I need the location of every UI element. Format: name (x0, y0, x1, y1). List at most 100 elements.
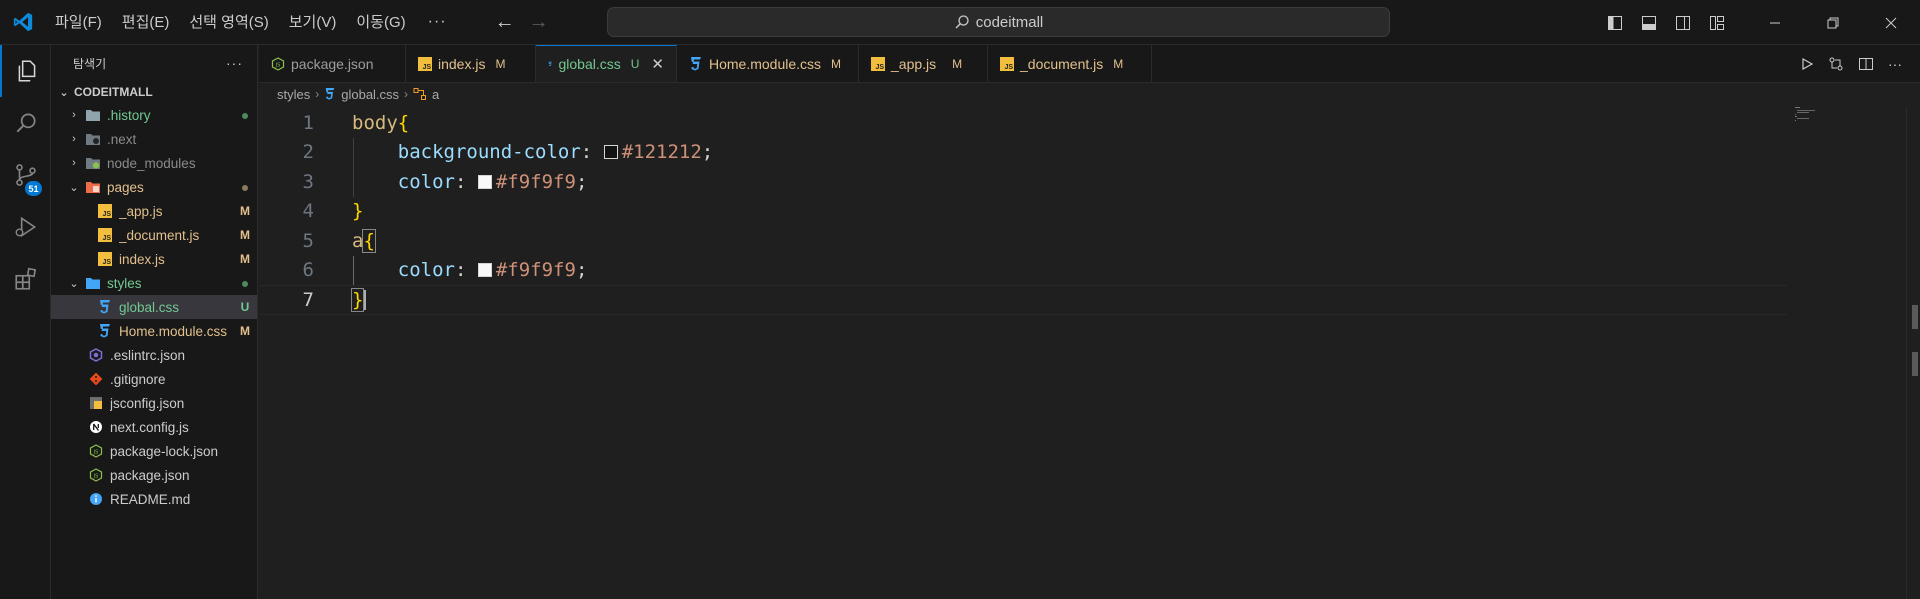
run-debug-icon[interactable] (0, 201, 51, 253)
breadcrumb-file[interactable]: global.css (341, 87, 399, 102)
menu-more-button[interactable]: ··· (416, 13, 459, 31)
css-selector: body (352, 111, 398, 134)
tree-file-package-lock[interactable]: JS package-lock.json (51, 439, 257, 463)
breadcrumb-symbol[interactable]: a (432, 87, 439, 102)
menu-edit[interactable]: 편집(E) (112, 0, 180, 45)
customize-layout-icon[interactable] (1700, 0, 1734, 45)
tab-status: M (1113, 56, 1124, 71)
search-view-icon[interactable] (0, 97, 51, 149)
line-number: 4 (302, 200, 314, 223)
tree-folder-node-modules[interactable]: › node_modules (51, 151, 257, 175)
tree-file-home-module-css[interactable]: Home.module.css M (51, 319, 257, 343)
menu-file[interactable]: 파일(F) (45, 0, 112, 45)
close-window-icon[interactable] (1862, 0, 1920, 45)
tab-label: package.json (291, 55, 374, 72)
breadcrumb-folder[interactable]: styles (277, 87, 310, 102)
workspace-root[interactable]: ⌄ CODEITMALL (51, 81, 257, 103)
editor-area: JS package.json JS index.js M global.css… (259, 45, 1920, 599)
more-actions-button[interactable]: ··· (1888, 56, 1902, 72)
javascript-file-icon: JS (871, 56, 885, 71)
minimap[interactable] (1795, 107, 1825, 121)
tree-file-gitignore[interactable]: .gitignore (51, 367, 257, 391)
code-text: color: #f9f9f9; (352, 259, 588, 281)
tab-index-js[interactable]: JS index.js M (406, 45, 536, 82)
tree-file-readme[interactable]: README.md (51, 487, 257, 511)
forward-arrow-icon[interactable]: → (529, 11, 549, 34)
vertical-scrollbar[interactable] (1906, 108, 1920, 599)
tree-folder-styles[interactable]: ⌄ styles (51, 271, 257, 295)
tree-item-label: package-lock.json (110, 443, 219, 459)
javascript-file-icon: JS (1000, 56, 1014, 71)
code-text: a{ (352, 228, 376, 253)
tab-global-css[interactable]: global.css U ✕ (536, 45, 677, 82)
tab-package-json[interactable]: JS package.json (259, 45, 406, 82)
tree-folder-pages[interactable]: ⌄ pages (51, 175, 257, 199)
tree-folder-history[interactable]: › .history (51, 103, 257, 127)
scrollbar-marker (1912, 352, 1918, 376)
status-dot (233, 180, 257, 194)
tree-item-label: _document.js (119, 227, 200, 243)
editor-actions: ··· (1800, 45, 1902, 83)
run-icon[interactable] (1800, 57, 1814, 71)
explorer-sidebar: 탐색기 ··· ⌄ CODEITMALL › .history › .next … (51, 45, 258, 599)
minimize-icon[interactable] (1746, 0, 1804, 45)
color-swatch-light[interactable] (477, 263, 492, 278)
explorer-more-button[interactable]: ··· (226, 55, 243, 71)
tree-item-label: README.md (110, 491, 191, 507)
chevron-right-icon: › (315, 87, 320, 101)
tree-file-document-js[interactable]: JS _document.js M (51, 223, 257, 247)
compare-changes-icon[interactable] (1828, 56, 1844, 72)
restore-icon[interactable] (1804, 0, 1862, 45)
brace: } (352, 200, 364, 223)
tree-file-jsconfig[interactable]: jsconfig.json (51, 391, 257, 415)
tree-file-global-css[interactable]: global.css U (51, 295, 257, 319)
svg-text:JS: JS (275, 62, 281, 68)
menu-go[interactable]: 이동(G) (346, 0, 415, 45)
svg-text:JS: JS (93, 474, 99, 480)
back-arrow-icon[interactable]: ← (495, 11, 515, 34)
tab-status: M (495, 56, 506, 71)
tab-label: _document.js (1020, 55, 1104, 72)
tree-item-label: index.js (119, 251, 165, 267)
split-editor-icon[interactable] (1858, 56, 1874, 72)
extensions-icon[interactable] (0, 253, 51, 305)
chevron-down-icon: ⌄ (69, 277, 79, 290)
status-dot (233, 108, 257, 122)
folder-icon (85, 107, 101, 123)
explorer-icon[interactable] (0, 45, 51, 97)
tab-document-js[interactable]: JS _document.js M (988, 45, 1152, 82)
window-controls (1598, 0, 1920, 45)
command-center-search[interactable]: codeitmall (607, 7, 1390, 37)
menu-view[interactable]: 보기(V) (279, 0, 347, 45)
javascript-file-icon: JS (97, 227, 113, 243)
colon: : (454, 170, 478, 193)
color-swatch-dark[interactable] (603, 145, 618, 160)
menu-selection[interactable]: 선택 영역(S) (179, 0, 278, 45)
toggle-primary-sidebar-icon[interactable] (1598, 0, 1632, 45)
tab-label: Home.module.css (709, 55, 822, 72)
tree-file-eslintrc[interactable]: .eslintrc.json (51, 343, 257, 367)
line-number: 2 (302, 141, 314, 164)
tree-file-package-json[interactable]: JS package.json (51, 463, 257, 487)
toggle-panel-icon[interactable] (1632, 0, 1666, 45)
tree-folder-next[interactable]: › .next (51, 127, 257, 151)
source-control-icon[interactable]: 51 (0, 149, 51, 201)
color-swatch-light[interactable] (477, 174, 492, 189)
close-tab-icon[interactable]: ✕ (651, 55, 664, 73)
tree-item-label: _app.js (119, 203, 163, 219)
tab-app-js[interactable]: JS _app.js M (859, 45, 988, 82)
tab-home-module-css[interactable]: Home.module.css M (677, 45, 859, 82)
css-file-icon (325, 88, 335, 100)
code-editor[interactable]: 1 body{ 2 background-color: #121212; 3 c… (259, 108, 1819, 315)
tree-item-label: Home.module.css (119, 323, 228, 339)
code-line-current: 7 } (259, 285, 1787, 315)
semicolon: ; (575, 170, 588, 193)
info-icon (88, 491, 104, 507)
tree-file-next-config[interactable]: next.config.js (51, 415, 257, 439)
tree-file-index-js[interactable]: JS index.js M (51, 247, 257, 271)
nodejs-icon: JS (88, 467, 104, 483)
toggle-secondary-sidebar-icon[interactable] (1666, 0, 1700, 45)
javascript-file-icon: JS (418, 56, 432, 71)
tree-file-app-js[interactable]: JS _app.js M (51, 199, 257, 223)
activity-bar: 51 (0, 45, 51, 599)
